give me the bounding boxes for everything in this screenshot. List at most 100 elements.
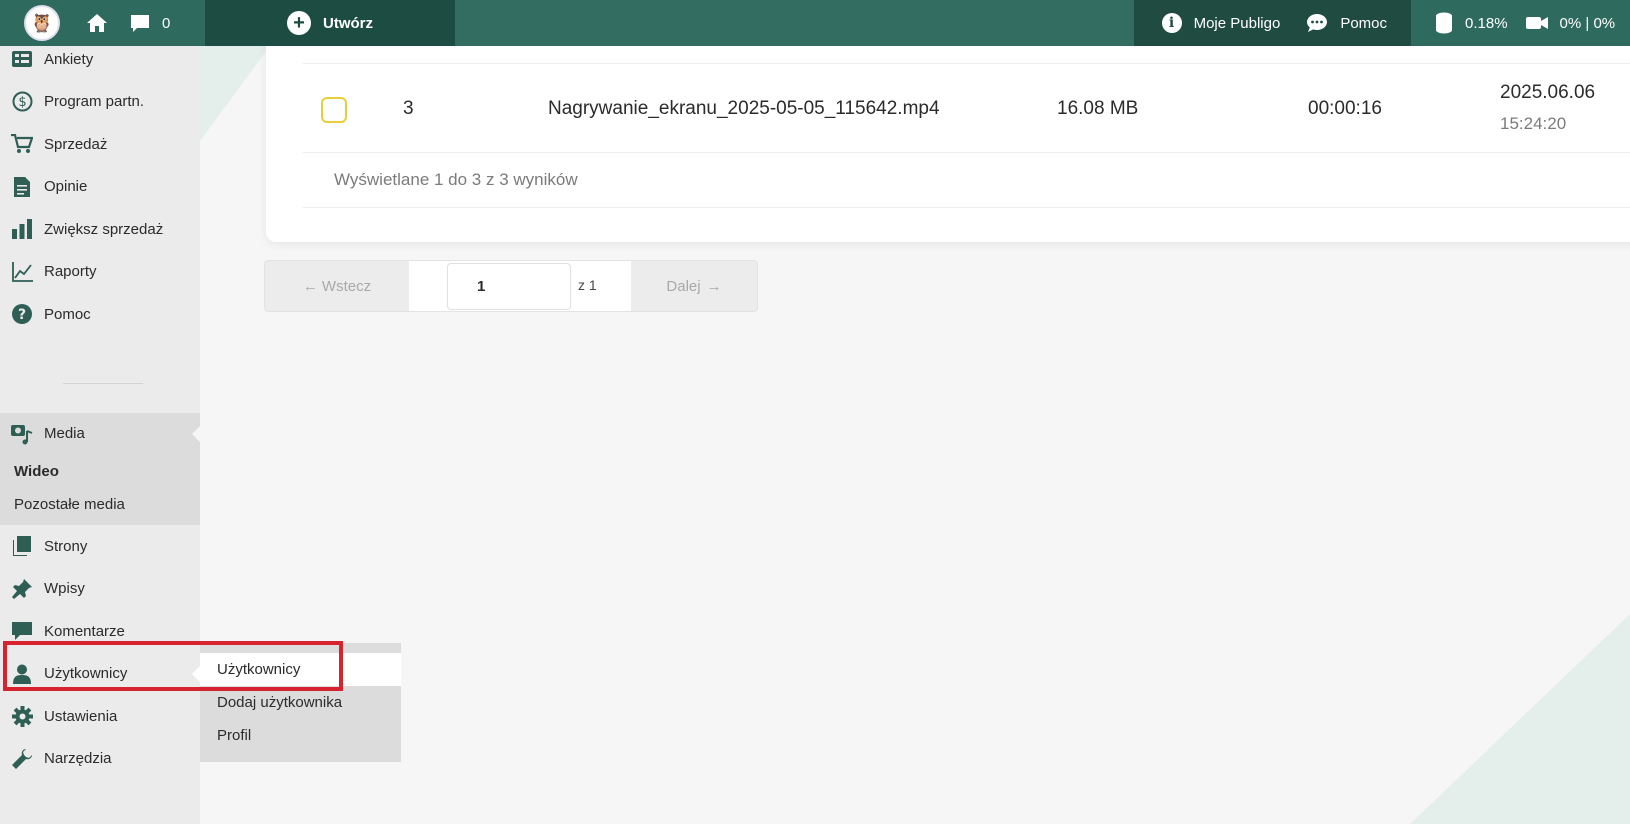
next-page-button[interactable]: Dalej → <box>631 261 757 311</box>
sidebar-item-ustawienia[interactable]: Ustawienia <box>0 695 200 738</box>
sidebar-divider <box>63 382 143 384</box>
sidebar-item-label: Sprzedaż <box>44 135 108 153</box>
my-publigo-link[interactable]: i Moje Publigo <box>1161 13 1281 33</box>
cart-icon <box>11 133 33 155</box>
sidebar-top-group: Ankiety $ Program partn. Sprzedaż Opinie… <box>0 38 200 336</box>
plus-icon: + <box>287 11 311 35</box>
help-icon: ? <box>11 303 33 325</box>
pages-icon <box>11 535 33 557</box>
chat-bubble-icon <box>1307 14 1328 32</box>
sidebar-item-media[interactable]: Media <box>0 413 200 456</box>
line-chart-icon <box>11 261 33 283</box>
media-table-card: 3 Nagrywanie_ekranu_2025-05-05_115642.mp… <box>266 30 1630 242</box>
svg-text:?: ? <box>18 307 26 323</box>
results-summary: Wyświetlane 1 do 3 z 3 wyników <box>303 153 1630 208</box>
prev-page-label: Wstecz <box>321 277 372 295</box>
survey-icon <box>11 48 33 70</box>
row-date: 2025.06.06 <box>1500 82 1596 103</box>
sidebar-item-label: Raporty <box>44 263 97 281</box>
decorative-shape-left <box>200 46 270 141</box>
sidebar-item-program-partn[interactable]: $ Program partn. <box>0 81 200 124</box>
comment-bubble-icon <box>131 14 149 32</box>
page-selector: 1 z 1 <box>409 261 631 311</box>
sidebar-item-label: Opinie <box>44 178 88 196</box>
sidebar-item-label: Narzędzia <box>44 750 112 768</box>
arrow-right-icon: → <box>706 277 722 295</box>
row-duration: 00:00:16 <box>1308 98 1382 119</box>
flyout-item-uzytkownicy[interactable]: Użytkownicy <box>200 653 401 686</box>
gear-icon <box>11 705 33 727</box>
sidebar-media-group: Media Wideo Pozostałe media <box>0 412 200 525</box>
usage-stats: 0.18% 0% | 0% <box>1411 0 1630 46</box>
video-camera-icon <box>1525 17 1548 29</box>
sidebar-item-label: Zwiększ sprzedaż <box>44 220 164 238</box>
sidebar-item-label: Wpisy <box>44 580 85 598</box>
sidebar-item-label: Użytkownicy <box>44 665 128 683</box>
sidebar-item-zwieksz-sprzedaz[interactable]: Zwiększ sprzedaż <box>0 208 200 251</box>
storage-usage: 0.18% <box>1435 12 1508 34</box>
help-link[interactable]: Pomoc <box>1306 13 1387 33</box>
sidebar-item-strony[interactable]: Strony <box>0 525 200 568</box>
sidebar-item-sprzedaz[interactable]: Sprzedaż <box>0 123 200 166</box>
sidebar-item-label: Pomoc <box>44 305 91 323</box>
sidebar-item-opinie[interactable]: Opinie <box>0 166 200 209</box>
user-icon <box>11 663 33 685</box>
pin-icon <box>11 578 33 600</box>
sidebar-item-wpisy[interactable]: Wpisy <box>0 568 200 611</box>
row-filename[interactable]: Nagrywanie_ekranu_2025-05-05_115642.mp4 <box>548 98 940 120</box>
my-publigo-label: Moje Publigo <box>1193 14 1281 32</box>
sidebar-item-raporty[interactable]: Raporty <box>0 251 200 294</box>
pagination: ← Wstecz 1 z 1 Dalej → <box>264 260 758 312</box>
row-number: 3 <box>403 98 414 119</box>
media-icon <box>11 423 33 445</box>
flyout-item-profil[interactable]: Profil <box>200 719 401 752</box>
sidebar-item-uzytkownicy[interactable]: Użytkownicy <box>0 653 200 696</box>
sidebar-item-komentarze[interactable]: Komentarze <box>0 610 200 653</box>
table-row[interactable]: 3 Nagrywanie_ekranu_2025-05-05_115642.mp… <box>303 63 1630 153</box>
storage-usage-value: 0.18% <box>1465 14 1508 32</box>
wrench-icon <box>11 748 33 770</box>
info-icon: i <box>1161 13 1182 33</box>
dollar-icon: $ <box>11 91 33 113</box>
page-number-input[interactable]: 1 <box>447 263 571 310</box>
comments-count: 0 <box>162 14 171 32</box>
sidebar-item-label: Program partn. <box>44 93 145 111</box>
database-icon <box>1436 12 1452 34</box>
video-usage-value: 0% | 0% <box>1559 14 1616 32</box>
comments-button[interactable]: 0 <box>130 14 170 33</box>
arrow-left-icon: ← <box>302 277 318 295</box>
sidebar-item-label: Strony <box>44 537 88 555</box>
top-bar-right: i Moje Publigo Pomoc <box>1133 0 1411 46</box>
top-bar-spacer <box>455 0 1134 46</box>
sidebar: Ankiety $ Program partn. Sprzedaż Opinie… <box>0 46 200 824</box>
row-file-size: 16.08 MB <box>1057 98 1139 119</box>
sidebar-item-label: Media <box>44 425 85 443</box>
sidebar-item-label: Ankiety <box>44 50 94 68</box>
flyout-item-dodaj-uzytkownika[interactable]: Dodaj użytkownika <box>200 686 401 719</box>
sidebar-item-label: Komentarze <box>44 622 125 640</box>
top-bar-left: 🦉 0 <box>0 0 205 46</box>
owl-logo-icon[interactable]: 🦉 <box>24 5 60 41</box>
prev-page-button[interactable]: ← Wstecz <box>265 261 409 311</box>
row-time: 15:24:20 <box>1500 114 1567 133</box>
next-page-label: Dalej <box>666 277 701 295</box>
top-bar: 🦉 0 + Utwórz i Moje Publigo Pomoc 0.18% … <box>0 0 1630 46</box>
decorative-shape-right <box>1410 614 1630 824</box>
page-count: z 1 <box>578 277 597 293</box>
sidebar-item-narzedzia[interactable]: Narzędzia <box>0 738 200 781</box>
sidebar-subitem-pozostale-media[interactable]: Pozostałe media <box>0 488 200 521</box>
comment-icon <box>11 620 33 642</box>
home-icon[interactable] <box>86 12 108 34</box>
bar-chart-icon <box>11 218 33 240</box>
svg-text:$: $ <box>18 95 26 110</box>
create-label: Utwórz <box>323 14 373 32</box>
sidebar-bottom-group: Strony Wpisy Komentarze Użytkownicy Usta… <box>0 525 200 780</box>
sidebar-item-pomoc[interactable]: ? Pomoc <box>0 293 200 336</box>
sidebar-item-label: Ustawienia <box>44 707 118 725</box>
document-icon <box>11 176 33 198</box>
row-checkbox[interactable] <box>321 97 347 123</box>
users-flyout-menu: Użytkownicy Dodaj użytkownika Profil <box>200 643 401 762</box>
create-button[interactable]: + Utwórz <box>205 0 455 46</box>
sidebar-subitem-wideo[interactable]: Wideo <box>0 455 200 488</box>
video-usage: 0% | 0% <box>1525 14 1616 32</box>
